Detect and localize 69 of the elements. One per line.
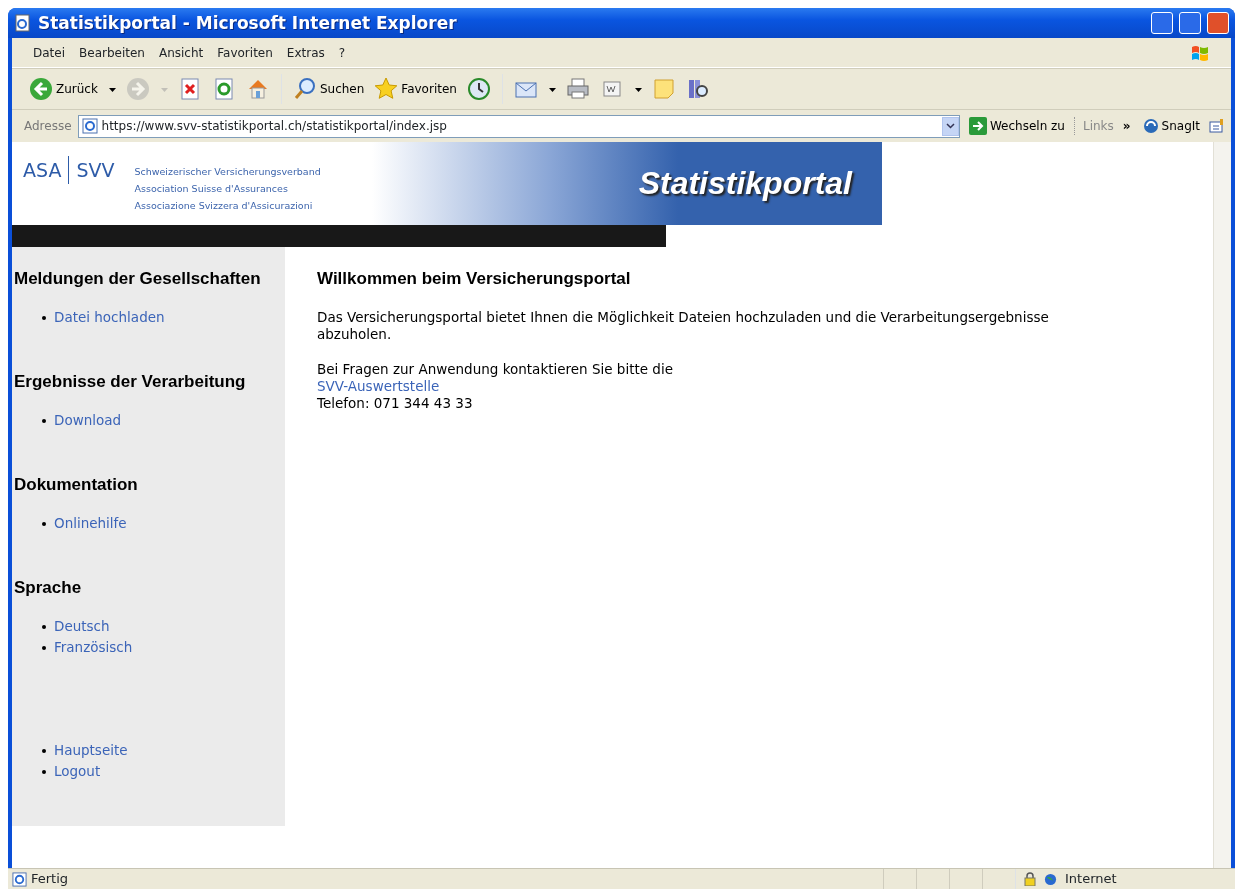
caret-icon: [108, 87, 116, 92]
sidebar-link[interactable]: Onlinehilfe: [54, 513, 127, 534]
contact-text: Bei Fragen zur Anwendung kontaktieren Sie bitte die: [317, 361, 674, 378]
page-icon: [12, 871, 27, 887]
lock-icon: [1024, 872, 1036, 886]
address-label: Adresse: [24, 118, 72, 135]
sidebar-link[interactable]: Deutsch: [54, 616, 110, 637]
bullet-icon: [42, 624, 46, 629]
caret-icon: [548, 87, 556, 92]
menu-item[interactable]: ?: [331, 43, 353, 62]
bullet-icon: [42, 418, 46, 423]
security-zone: Internet: [1065, 870, 1117, 889]
bullet-icon: [42, 521, 46, 526]
go-button[interactable]: Wechseln zu: [965, 115, 1068, 137]
caret-icon: [160, 87, 168, 92]
contact-link[interactable]: SVV-Auswertstelle: [317, 378, 440, 395]
star-icon: [374, 77, 399, 101]
banner-title: Statistikportal: [638, 165, 852, 202]
organization-name: Schweizerischer Versicherungsverband: [134, 165, 321, 179]
organization-name: Association Suisse d'Assurances: [134, 182, 289, 196]
window-title: Statistikportal - Microsoft Internet Explorer: [38, 13, 457, 33]
bullet-icon: [42, 769, 46, 774]
globe-icon: [1044, 872, 1057, 886]
section-heading: Dokumentation: [14, 475, 139, 495]
sidebar-link[interactable]: Hauptseite: [54, 740, 128, 761]
logo-text: ASA: [23, 158, 62, 183]
minimize-button[interactable]: [1151, 12, 1173, 34]
maximize-button[interactable]: [1179, 12, 1201, 34]
page-heading: Willkommen beim Versicherungsportal: [317, 269, 632, 289]
globe-icon: [1142, 118, 1159, 134]
organization-name: Associazione Svizzera d'Assicurazioni: [134, 199, 314, 213]
phone-text: Telefon: 071 344 43 33: [317, 395, 474, 412]
note-icon: [651, 77, 676, 101]
menu-item[interactable]: Datei: [26, 43, 72, 62]
printer-icon: [565, 77, 590, 101]
address-field[interactable]: https://www.svv-statistikportal.ch/statistikportal/index.jsp: [77, 114, 960, 138]
dropdown-button[interactable]: [941, 116, 959, 136]
back-button[interactable]: Zurück: [26, 75, 119, 103]
menu-item[interactable]: Ansicht: [151, 43, 211, 62]
sidebar-link[interactable]: Logout: [54, 761, 101, 782]
close-button[interactable]: [1207, 12, 1229, 34]
section-heading: Meldungen der Gesellschaften: [14, 269, 262, 289]
chevron-icon: [945, 123, 955, 129]
favorites-button[interactable]: Favoriten: [371, 75, 460, 103]
sidebar-link[interactable]: Datei hochladen: [54, 307, 165, 328]
more-button[interactable]: »: [1119, 115, 1134, 137]
bullet-icon: [42, 645, 46, 650]
intro-paragraph: Das Versicherungsportal bietet Ihnen die Möglichkeit Dateien hochzuladen und die Verarbeitungsergebnisse abzuholen.: [317, 309, 1050, 343]
snagit-button[interactable]: SnagIt: [1139, 115, 1203, 137]
scrollbar[interactable]: [1213, 142, 1231, 868]
menu-item[interactable]: Extras: [279, 43, 332, 62]
sidebar-link[interactable]: Französisch: [54, 637, 133, 658]
menu-item[interactable]: Bearbeiten: [72, 43, 152, 62]
history-icon: [466, 77, 491, 101]
section-heading: Ergebnisse der Verarbeitung: [14, 372, 247, 392]
page-icon: [81, 118, 98, 134]
section-heading: Sprache: [14, 578, 83, 598]
bullet-icon: [42, 748, 46, 753]
links-label: Links: [1073, 117, 1114, 135]
sidebar-link[interactable]: Download: [54, 410, 122, 431]
capture-icon[interactable]: [1209, 119, 1225, 133]
search-button[interactable]: Suchen: [289, 75, 368, 103]
search-icon: [292, 77, 317, 101]
logo-text: SVV: [76, 158, 115, 183]
status-text: Fertig: [31, 870, 69, 889]
page-icon: [14, 14, 32, 32]
bullet-icon: [42, 315, 46, 320]
caret-icon: [634, 87, 642, 92]
menu-item[interactable]: Favoriten: [210, 43, 280, 62]
